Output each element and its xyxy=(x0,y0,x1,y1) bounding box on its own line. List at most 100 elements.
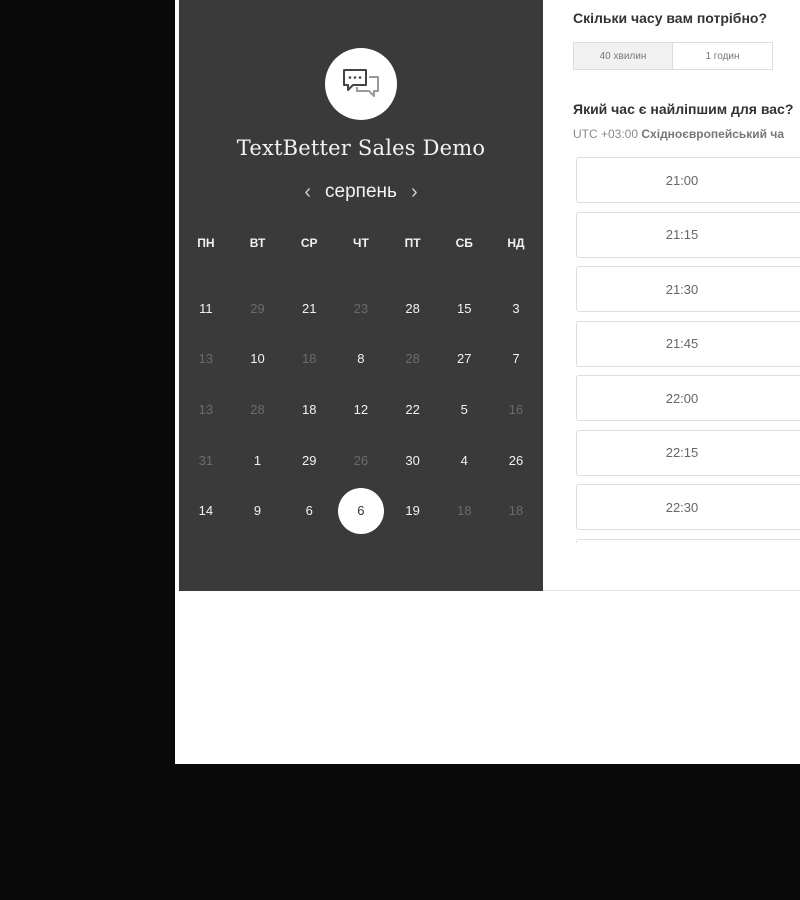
calendar-day-number: 23 xyxy=(353,300,369,316)
calendar-day[interactable]: 28 xyxy=(387,283,439,334)
calendar-day[interactable]: 30 xyxy=(387,435,439,486)
calendar-day-number: 18 xyxy=(301,401,317,417)
month-navigation: ‹ серпень › xyxy=(179,178,543,206)
calendar-day[interactable]: 12 xyxy=(335,384,387,435)
calendar-day-number: 18 xyxy=(301,351,317,367)
weekday-label: ВТ xyxy=(249,236,266,250)
time-slot-button[interactable] xyxy=(576,538,800,543)
calendar-day: 18 xyxy=(283,334,335,385)
chevron-right-icon[interactable]: › xyxy=(411,178,418,206)
calendar-day-number: 10 xyxy=(250,351,265,367)
calendar-day-number: 13 xyxy=(198,351,214,367)
calendar-day-number: 6 xyxy=(305,503,313,519)
time-slot-button[interactable]: 21:30 xyxy=(576,266,800,312)
calendar-day-number: 28 xyxy=(405,351,420,367)
page-title: TextBetter Sales Demo xyxy=(236,136,486,160)
calendar-day[interactable]: 8 xyxy=(335,334,387,385)
calendar-day-number: 30 xyxy=(405,452,420,468)
calendar-day[interactable]: 26 xyxy=(490,435,542,486)
chevron-left-icon[interactable]: ‹ xyxy=(304,178,311,206)
calendar-day-number: 6 xyxy=(337,487,384,534)
calendar-day[interactable]: 10 xyxy=(232,334,284,385)
calendar-day[interactable]: 29 xyxy=(283,435,335,486)
calendar-day: 29 xyxy=(232,283,284,334)
timezone-offset: UTC +03:00 xyxy=(573,127,639,141)
chat-bubbles-icon xyxy=(343,69,379,97)
calendar-day-selected[interactable]: 6 xyxy=(335,485,387,536)
calendar-day: 13 xyxy=(180,334,232,385)
calendar-day: 13 xyxy=(180,384,232,435)
calendar-day[interactable]: 6 xyxy=(283,485,335,536)
calendar-day-number: 7 xyxy=(512,351,520,367)
calendar-day: 28 xyxy=(387,334,439,385)
booking-panel: Скільки часу вам потрібно? 40 хвилин 1 го… xyxy=(543,0,800,591)
calendar-day[interactable]: 3 xyxy=(490,283,542,334)
calendar-day-number: 29 xyxy=(250,300,265,316)
calendar-day: 26 xyxy=(335,435,387,486)
calendar-day-number: 3 xyxy=(512,300,520,316)
calendar-day-number: 18 xyxy=(457,503,472,519)
calendar-day-number: 5 xyxy=(460,401,468,417)
calendar-day[interactable]: 14 xyxy=(180,485,232,536)
calendar-day[interactable]: 21 xyxy=(283,283,335,334)
duration-option[interactable]: 1 годин xyxy=(673,42,773,70)
calendar-day-number: 14 xyxy=(198,503,214,519)
timezone-name[interactable]: Східноєвропейський ча xyxy=(641,127,784,141)
weekday-label: НД xyxy=(507,236,525,250)
calendar-day-number: 28 xyxy=(250,401,265,417)
calendar-day[interactable]: 15 xyxy=(438,283,490,334)
calendar-day[interactable]: 4 xyxy=(438,435,490,486)
duration-question: Скільки часу вам потрібно? xyxy=(573,10,768,26)
calendar-panel: TextBetter Sales Demo ‹ серпень › ПН ВТ СР… xyxy=(179,0,543,591)
calendar-day: 31 xyxy=(180,435,232,486)
calendar-day-number: 26 xyxy=(353,452,369,468)
time-slot-button[interactable]: 21:45 xyxy=(576,320,800,367)
calendar-day[interactable]: 7 xyxy=(490,334,542,385)
calendar-day-number: 1 xyxy=(253,452,262,468)
calendar-day[interactable]: 1 xyxy=(232,435,284,486)
calendar-day-number: 9 xyxy=(253,503,262,519)
logo xyxy=(325,48,397,120)
calendar-day-number: 4 xyxy=(460,452,468,468)
duration-option[interactable]: 40 хвилин xyxy=(573,42,673,70)
weekday-header: ПН ВТ СР ЧТ ПТ СБ НД xyxy=(180,233,542,253)
calendar-day-number: 8 xyxy=(357,351,365,367)
time-slot-button[interactable]: 22:30 xyxy=(576,484,800,530)
calendar-day[interactable]: 27 xyxy=(438,334,490,385)
calendar-day[interactable]: 11 xyxy=(180,283,232,334)
calendar-day: 23 xyxy=(335,283,387,334)
time-slot-button[interactable]: 21:15 xyxy=(576,211,800,258)
duration-selector: 40 хвилин 1 годин xyxy=(573,42,773,70)
time-slot-button[interactable]: 21:00 xyxy=(576,157,800,203)
calendar-day-number: 28 xyxy=(405,300,420,316)
calendar-day-number: 22 xyxy=(405,401,420,417)
calendar-day-number: 12 xyxy=(353,401,369,417)
calendar-day-number: 11 xyxy=(199,300,213,316)
calendar-day-number: 31 xyxy=(198,452,214,468)
calendar-day-number: 19 xyxy=(405,503,420,519)
weekday-label: СР xyxy=(300,236,318,250)
calendar-day-number: 21 xyxy=(301,300,317,316)
weekday-label: ЧТ xyxy=(353,236,369,250)
calendar-day: 16 xyxy=(490,384,542,435)
calendar-day[interactable]: 19 xyxy=(387,485,439,536)
calendar-day-number: 16 xyxy=(508,401,524,417)
calendar-day-number: 18 xyxy=(508,503,524,519)
calendar-day-number: 13 xyxy=(198,401,214,417)
calendar-day[interactable]: 9 xyxy=(232,485,284,536)
weekday-label: СБ xyxy=(455,236,473,250)
timezone-label: UTC +03:00 Східноєвропейський ча xyxy=(573,127,784,141)
weekday-label: ПН xyxy=(197,236,215,250)
calendar-day[interactable]: 18 xyxy=(283,384,335,435)
calendar-day: 28 xyxy=(232,384,284,435)
calendar-day: 18 xyxy=(490,485,542,536)
time-slot-list[interactable]: 21:00 21:15 21:30 21:45 22:00 22:15 22:30 xyxy=(576,157,800,543)
calendar-day[interactable]: 22 xyxy=(387,384,439,435)
calendar-day-number: 26 xyxy=(508,452,524,468)
calendar-grid: 11 29 21 23 28 15 3 13 10 18 8 28 27 7 13 28 18 12 22 5 16 31… xyxy=(180,283,542,536)
time-slot-button[interactable]: 22:15 xyxy=(576,429,800,476)
calendar-day-number: 15 xyxy=(457,300,472,316)
time-slot-button[interactable]: 22:00 xyxy=(576,375,800,421)
calendar-day[interactable]: 5 xyxy=(438,384,490,435)
month-label: серпень xyxy=(325,181,397,202)
